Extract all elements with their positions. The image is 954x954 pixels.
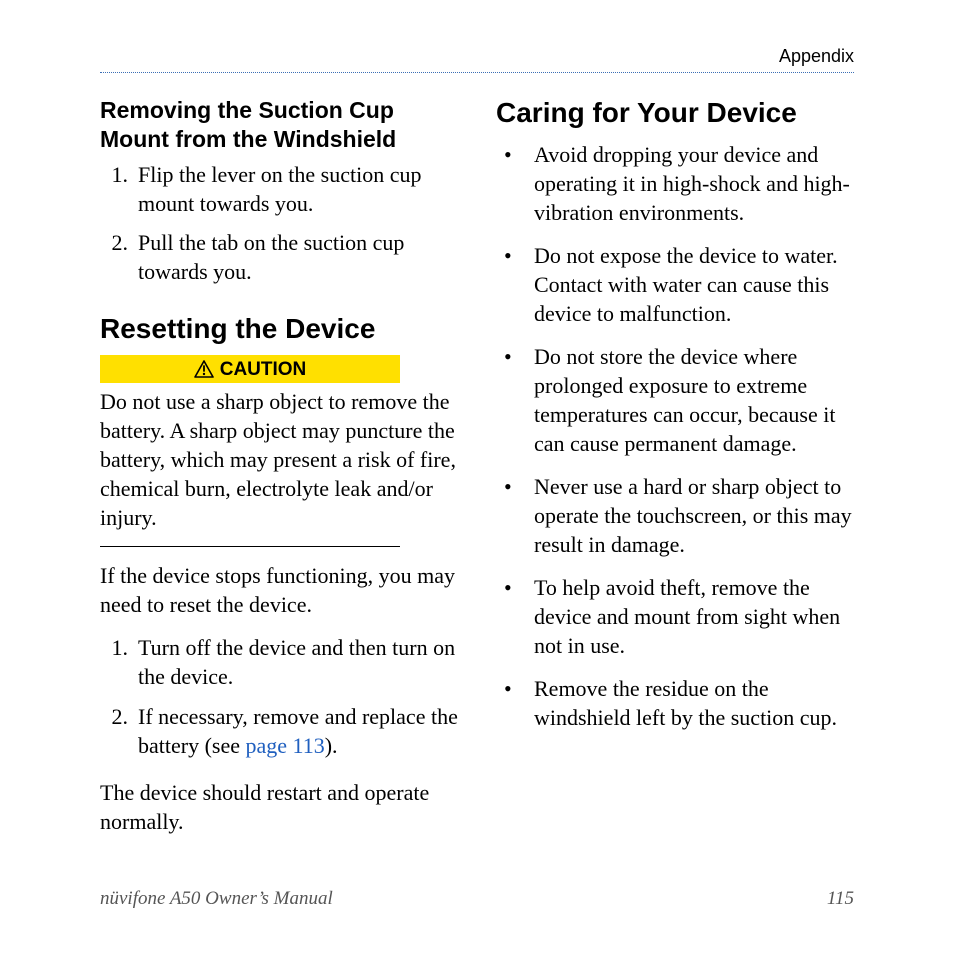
list-item: •To help avoid theft, remove the device … [496,573,854,660]
list-item: 1.Turn off the device and then turn on t… [100,633,458,691]
caution-label: CAUTION [220,357,307,382]
step-text: Turn off the device and then turn on the… [138,635,455,689]
caution-text: Do not use a sharp object to remove the … [100,387,458,532]
list-item: •Remove the residue on the windshield le… [496,674,854,732]
list-item: •Do not expose the device to water. Cont… [496,241,854,328]
steps-remove-suction: 1.Flip the lever on the suction cup moun… [100,160,458,286]
bullet-text: Avoid dropping your device and operating… [534,142,850,225]
heading-resetting: Resetting the Device [100,312,458,346]
steps-reset: 1.Turn off the device and then turn on t… [100,633,458,759]
step-text: If necessary, remove and replace the bat… [138,704,458,758]
bullet-text: Remove the residue on the windshield lef… [534,676,837,730]
bullet-text: Do not store the device where prolonged … [534,344,835,456]
step-text: Pull the tab on the suction cup towards … [138,230,404,284]
list-item: •Do not store the device where prolonged… [496,342,854,458]
warning-icon [194,360,214,378]
bullet-text: To help avoid theft, remove the device a… [534,575,840,658]
list-item: •Never use a hard or sharp object to ope… [496,472,854,559]
right-column: Caring for Your Device •Avoid dropping y… [496,96,854,864]
header-section-label: Appendix [779,46,854,67]
list-item: 2.If necessary, remove and replace the b… [100,702,458,760]
heading-caring: Caring for Your Device [496,96,854,130]
divider [100,546,400,547]
header-rule [100,72,854,73]
heading-remove-suction: Removing the Suction Cup Mount from the … [100,96,458,154]
content-columns: Removing the Suction Cup Mount from the … [100,96,854,864]
para-reset-intro: If the device stops functioning, you may… [100,561,458,619]
footer-title: nüvifone A50 Owner’s Manual [100,888,333,910]
caution-banner: CAUTION [100,355,400,383]
list-item: 1.Flip the lever on the suction cup moun… [100,160,458,218]
list-item: •Avoid dropping your device and operatin… [496,140,854,227]
page-number: 115 [827,888,854,910]
footer: nüvifone A50 Owner’s Manual 115 [100,888,854,910]
bullet-text: Never use a hard or sharp object to oper… [534,474,852,557]
step-text: Flip the lever on the suction cup mount … [138,162,422,216]
list-item: 2.Pull the tab on the suction cup toward… [100,228,458,286]
left-column: Removing the Suction Cup Mount from the … [100,96,458,864]
bullet-text: Do not expose the device to water. Conta… [534,243,838,326]
care-bullets: •Avoid dropping your device and operatin… [496,140,854,733]
page-link[interactable]: page 113 [246,733,325,758]
para-reset-outro: The device should restart and operate no… [100,778,458,836]
